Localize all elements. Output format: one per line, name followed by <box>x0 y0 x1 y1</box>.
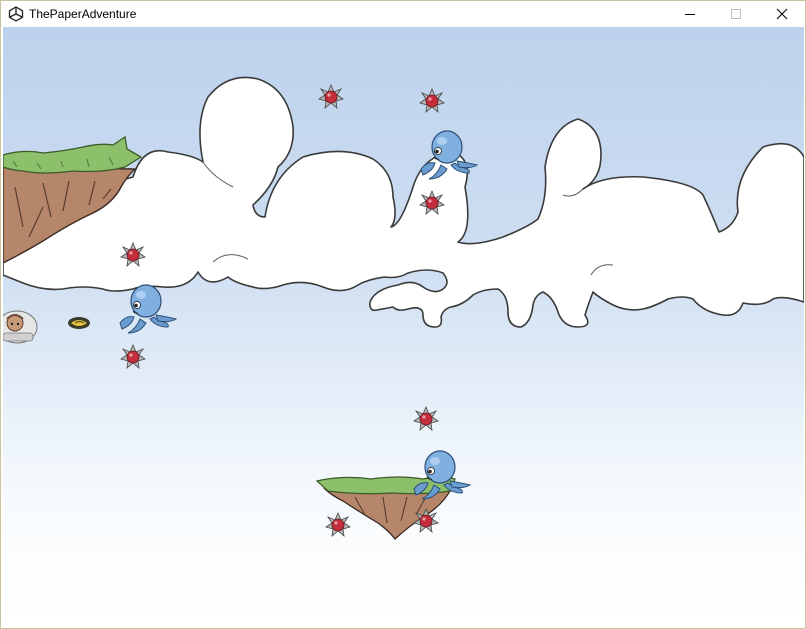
close-button[interactable] <box>759 1 805 27</box>
blue-octopus <box>119 284 177 334</box>
close-icon <box>776 8 788 20</box>
player-character <box>3 310 38 344</box>
minimize-button[interactable] <box>667 1 713 27</box>
maximize-icon <box>731 9 741 19</box>
red-spiked-mine <box>325 512 351 537</box>
red-spiked-mine <box>413 406 439 431</box>
unity-icon <box>8 6 24 22</box>
maximize-button[interactable] <box>713 1 759 27</box>
game-viewport[interactable] <box>3 27 804 627</box>
red-spiked-mine <box>419 88 445 113</box>
cloud-band <box>3 76 804 328</box>
game-window: ThePaperAdventure <box>0 0 806 629</box>
energy-shot <box>68 317 90 329</box>
window-title: ThePaperAdventure <box>29 7 137 21</box>
red-spiked-mine <box>318 84 344 109</box>
title-bar[interactable]: ThePaperAdventure <box>1 1 805 27</box>
minimize-icon <box>685 14 695 15</box>
red-spiked-mine <box>120 344 146 369</box>
